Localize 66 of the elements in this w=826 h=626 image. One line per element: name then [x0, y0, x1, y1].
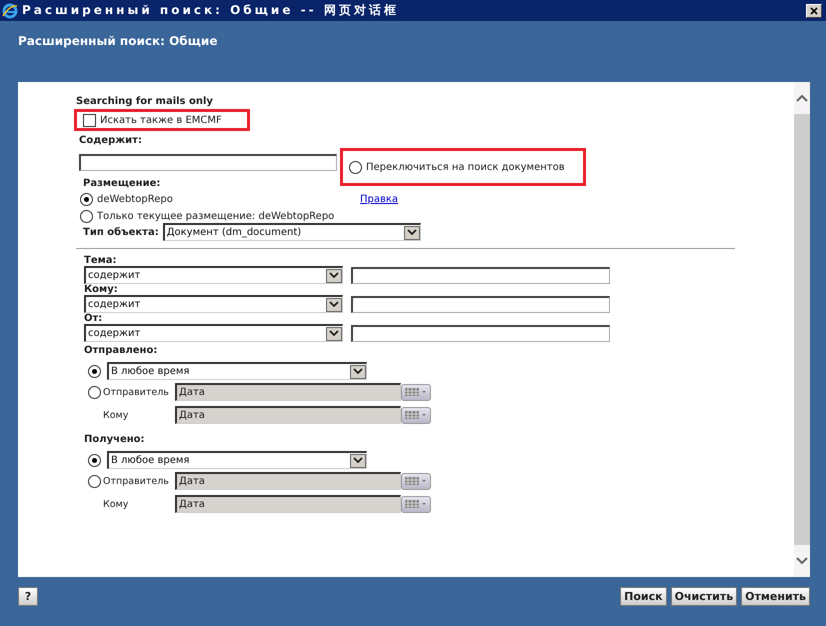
dialog-button[interactable]: Поиск [620, 587, 667, 606]
radio-button[interactable] [88, 386, 101, 398]
field-label: Тип объекта: [83, 226, 159, 238]
radio-button[interactable] [88, 474, 101, 488]
browser-icon [2, 2, 18, 18]
radio-button[interactable] [88, 364, 101, 378]
date-field[interactable]: Дата [175, 406, 401, 424]
chevron-down-icon [329, 272, 339, 279]
checkbox[interactable] [83, 114, 96, 126]
section-label: Отправлено: [84, 345, 158, 356]
calendar-button[interactable] [401, 472, 431, 490]
contains-input[interactable] [79, 154, 337, 171]
radio-label: Только текущее размещение: deWebtopRepo [97, 211, 334, 222]
field-label: От: [84, 313, 104, 324]
date-field[interactable]: Дата [175, 495, 401, 513]
radio-label: deWebtopRepo [97, 194, 174, 205]
search-note: Searching for mails only [76, 96, 214, 107]
scroll-up-icon[interactable] [796, 94, 808, 102]
text-input[interactable] [351, 324, 610, 342]
scroll-down-icon[interactable] [796, 557, 808, 565]
field-label: Кому: [84, 284, 119, 295]
window-title: Расширенный поиск: Общие -- 网页对话框 [22, 2, 400, 19]
text-input[interactable] [351, 266, 610, 284]
text-input[interactable] [351, 296, 610, 312]
radio-button[interactable] [88, 454, 101, 466]
chevron-down-icon [406, 229, 417, 236]
dialog-button[interactable]: Очистить [670, 587, 738, 606]
dropdown[interactable]: В любое время [107, 451, 367, 469]
field-label: Тема: [84, 255, 118, 266]
calendar-button[interactable] [401, 406, 431, 424]
dropdown[interactable]: содержит [84, 295, 343, 313]
field-label: Размещение: [83, 178, 162, 189]
radio-button[interactable] [80, 210, 93, 223]
chevron-down-icon [329, 330, 339, 337]
chevron-down-icon [353, 457, 363, 464]
help-button[interactable]: ? [18, 587, 38, 606]
dialog-button[interactable]: Отменить [741, 587, 810, 606]
close-button[interactable] [806, 4, 822, 18]
radio-button[interactable] [349, 160, 362, 174]
dialog-header: Расширенный поиск: Общие [17, 33, 218, 50]
date-label: Кому [103, 410, 130, 420]
date-field[interactable]: Дата [175, 472, 401, 490]
date-field[interactable]: Дата [175, 383, 401, 401]
chevron-down-icon [329, 301, 339, 308]
dropdown[interactable]: содержит [84, 266, 343, 284]
calendar-icon [404, 476, 428, 486]
date-label: Кому [103, 498, 130, 510]
close-icon [810, 6, 818, 14]
calendar-icon [404, 387, 428, 397]
section-label: Получено: [84, 434, 146, 445]
date-label: Отправитель [103, 386, 170, 398]
checkbox-label: Искать также в EMCMF [100, 114, 222, 126]
dropdown[interactable]: В любое время [107, 362, 367, 380]
radio-button[interactable] [80, 193, 93, 206]
chevron-down-icon [353, 368, 363, 375]
calendar-button[interactable] [401, 384, 431, 400]
dropdown[interactable]: содержит [84, 324, 343, 342]
radio-label: Переключиться на поиск документов [366, 162, 565, 172]
scrollbar[interactable] [794, 82, 810, 577]
date-label: Отправитель [103, 476, 170, 486]
field-label: Содержит: [79, 135, 143, 146]
dropdown[interactable]: Документ (dm_document) [162, 223, 421, 241]
calendar-icon [404, 499, 428, 509]
calendar-icon [404, 410, 428, 420]
calendar-button[interactable] [401, 496, 431, 512]
edit-link[interactable]: Правка [360, 194, 398, 205]
